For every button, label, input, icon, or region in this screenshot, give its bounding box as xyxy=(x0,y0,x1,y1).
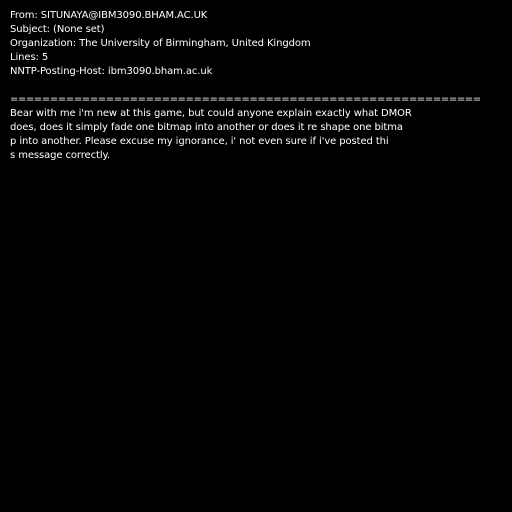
message-viewer: From: SITUNAYA@IBM3090.BHAM.AC.UK Subjec… xyxy=(0,0,512,512)
header-subject: Subject: (None set) xyxy=(10,24,105,35)
body-line-2: does, does it simply fade one bitmap int… xyxy=(10,122,403,133)
header-organization: Organization: The University of Birmingh… xyxy=(10,38,311,49)
header-from: From: SITUNAYA@IBM3090.BHAM.AC.UK xyxy=(10,10,208,21)
body-line-1: Bear with me i'm new at this game, but c… xyxy=(10,108,412,119)
body-line-3: p into another. Please excuse my ignoran… xyxy=(10,136,389,147)
header-nntp-posting-host: NNTP-Posting-Host: ibm3090.bham.ac.uk xyxy=(10,66,213,77)
header-lines: Lines: 5 xyxy=(10,52,49,63)
body-line-4: s message correctly. xyxy=(10,150,110,161)
separator-line: ========================================… xyxy=(10,94,480,105)
